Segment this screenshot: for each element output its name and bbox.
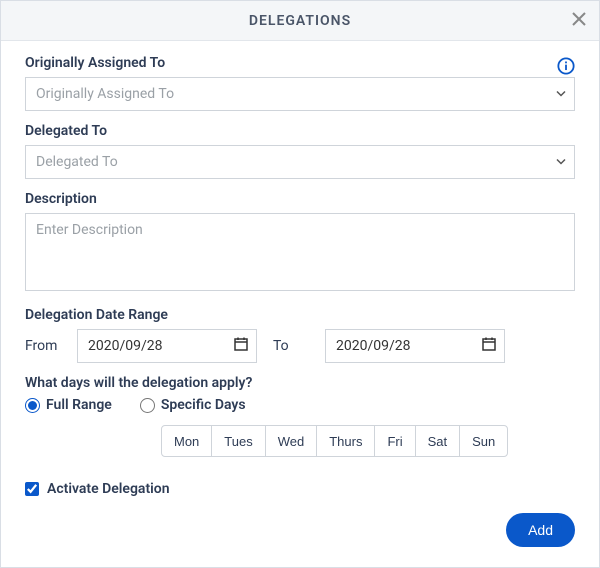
originally-assigned-select[interactable]: Originally Assigned To	[25, 77, 575, 111]
to-label: To	[273, 338, 309, 354]
specific-days-radio[interactable]: Specific Days	[140, 397, 246, 413]
originally-assigned-label: Originally Assigned To	[25, 55, 165, 71]
date-range-label: Delegation Date Range	[25, 307, 575, 323]
day-fri-button[interactable]: Fri	[374, 425, 415, 457]
dialog-footer: Add	[506, 513, 575, 547]
from-label: From	[25, 338, 61, 354]
activate-delegation-label: Activate Delegation	[47, 481, 170, 497]
dialog-body: Originally Assigned To Originally Assign…	[1, 41, 599, 567]
to-date-input[interactable]	[325, 329, 505, 363]
dialog-title: DELEGATIONS	[249, 13, 351, 29]
activate-delegation-row: Activate Delegation	[25, 481, 575, 497]
full-range-radio-input[interactable]	[25, 398, 40, 413]
dialog-header: DELEGATIONS	[1, 1, 599, 41]
day-sat-button[interactable]: Sat	[415, 425, 461, 457]
days-apply-row: What days will the delegation apply? Ful…	[25, 375, 575, 457]
day-mon-button[interactable]: Mon	[161, 425, 212, 457]
date-range-row: Delegation Date Range From To	[25, 307, 575, 363]
full-range-radio[interactable]: Full Range	[25, 397, 112, 413]
specific-days-radio-label: Specific Days	[161, 397, 246, 413]
day-sun-button[interactable]: Sun	[459, 425, 508, 457]
add-button[interactable]: Add	[506, 513, 575, 547]
close-icon	[572, 10, 586, 31]
description-textarea[interactable]	[25, 213, 575, 291]
delegated-to-row: Delegated To Delegated To	[25, 123, 575, 179]
days-apply-label: What days will the delegation apply?	[25, 375, 575, 391]
activate-delegation-checkbox[interactable]	[25, 482, 39, 496]
description-label: Description	[25, 191, 575, 207]
full-range-radio-label: Full Range	[46, 397, 112, 413]
day-tues-button[interactable]: Tues	[211, 425, 265, 457]
close-button[interactable]	[567, 9, 591, 33]
info-icon[interactable]	[557, 57, 575, 75]
day-wed-button[interactable]: Wed	[265, 425, 318, 457]
originally-assigned-row: Originally Assigned To Originally Assign…	[25, 55, 575, 111]
specific-days-radio-input[interactable]	[140, 398, 155, 413]
days-toggle-group: Mon Tues Wed Thurs Fri Sat Sun	[161, 425, 575, 457]
delegated-to-label: Delegated To	[25, 123, 575, 139]
description-row: Description	[25, 191, 575, 295]
delegated-to-select[interactable]: Delegated To	[25, 145, 575, 179]
delegations-dialog: DELEGATIONS Originally Assigned To Origi…	[0, 0, 600, 568]
day-thurs-button[interactable]: Thurs	[316, 425, 375, 457]
from-date-input[interactable]	[77, 329, 257, 363]
